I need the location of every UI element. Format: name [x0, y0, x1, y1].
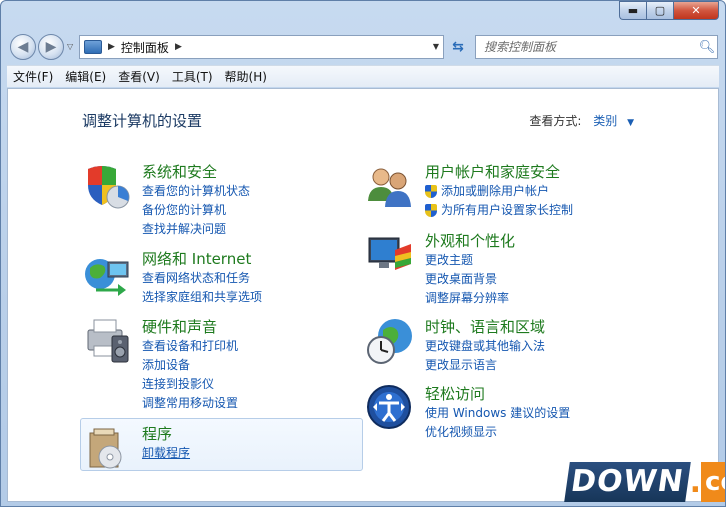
breadcrumb-chevron-icon[interactable]: ▶	[175, 42, 182, 52]
link-change-background[interactable]: 更改桌面背景	[425, 270, 509, 289]
minimize-button[interactable]: ▬	[619, 1, 646, 20]
link-recommended-settings[interactable]: 使用 Windows 建议的设置	[425, 404, 570, 423]
users-icon[interactable]	[365, 161, 415, 211]
link-parental-controls[interactable]: 为所有用户设置家长控制	[425, 201, 573, 220]
ease-of-access-icon[interactable]	[365, 383, 415, 433]
refresh-icon[interactable]: ⇆	[446, 35, 470, 59]
search-box[interactable]: 🔍︎	[475, 35, 718, 59]
chevron-down-icon[interactable]: ▼	[627, 118, 634, 128]
network-globe-icon[interactable]	[82, 248, 132, 298]
programs-box-icon[interactable]	[82, 423, 132, 473]
watermark-suffix: cc	[701, 462, 725, 502]
address-bar[interactable]: ▶ 控制面板 ▶ ▼	[79, 35, 444, 59]
menu-file[interactable]: 文件(F)	[7, 68, 59, 85]
link-add-remove-accounts[interactable]: 添加或删除用户帐户	[425, 182, 573, 201]
view-by-dropdown[interactable]: 类别	[593, 114, 617, 128]
category-title-network[interactable]: 网络和 Internet	[142, 248, 251, 269]
menu-tools[interactable]: 工具(T)	[166, 68, 219, 85]
category-title-system[interactable]: 系统和安全	[142, 161, 217, 182]
printer-sound-icon[interactable]	[82, 316, 132, 366]
breadcrumb-control-panel[interactable]: 控制面板	[121, 39, 169, 56]
link-uninstall-program[interactable]: 卸载程序	[142, 444, 190, 463]
link-connect-projector[interactable]: 连接到投影仪	[142, 375, 238, 394]
category-title-hardware[interactable]: 硬件和声音	[142, 316, 217, 337]
shield-security-icon[interactable]	[82, 161, 132, 211]
menu-edit[interactable]: 编辑(E)	[59, 68, 112, 85]
close-button[interactable]: ✕	[673, 1, 719, 20]
watermark-main: DOWN	[564, 462, 691, 502]
clock-globe-icon[interactable]	[365, 316, 415, 366]
link-backup-computer[interactable]: 备份您的计算机	[142, 201, 250, 220]
back-button[interactable]: ◀	[10, 34, 36, 60]
category-title-ease[interactable]: 轻松访问	[425, 383, 485, 404]
category-title-appearance[interactable]: 外观和个性化	[425, 230, 515, 251]
link-screen-resolution[interactable]: 调整屏幕分辨率	[425, 289, 509, 308]
monitor-palette-icon[interactable]	[365, 230, 415, 280]
search-input[interactable]	[476, 40, 697, 54]
link-change-display-language[interactable]: 更改显示语言	[425, 356, 545, 375]
link-view-computer-status[interactable]: 查看您的计算机状态	[142, 182, 250, 201]
maximize-button[interactable]: ▢	[646, 1, 673, 20]
recent-pages-dropdown[interactable]: ▽	[67, 42, 73, 51]
link-change-theme[interactable]: 更改主题	[425, 251, 509, 270]
category-title-users[interactable]: 用户帐户和家庭安全	[425, 161, 560, 182]
view-by-label: 查看方式:	[529, 114, 582, 128]
link-optimize-display[interactable]: 优化视频显示	[425, 423, 570, 442]
link-view-network-status[interactable]: 查看网络状态和任务	[142, 269, 262, 288]
view-by: 查看方式: 类别 ▼	[529, 112, 634, 129]
watermark-logo: DOWN . cc	[564, 462, 725, 502]
address-dropdown-icon[interactable]: ▼	[433, 42, 439, 51]
link-add-device[interactable]: 添加设备	[142, 356, 238, 375]
link-troubleshoot[interactable]: 查找并解决问题	[142, 220, 250, 239]
watermark-dot: .	[689, 464, 702, 500]
forward-button[interactable]: ▶	[38, 34, 64, 60]
page-title: 调整计算机的设置	[82, 112, 203, 130]
menu-help[interactable]: 帮助(H)	[219, 68, 273, 85]
category-title-clock[interactable]: 时钟、语言和区域	[425, 316, 545, 337]
link-homegroup-sharing[interactable]: 选择家庭组和共享选项	[142, 288, 262, 307]
caption-buttons: ▬ ▢ ✕	[619, 1, 719, 20]
control-panel-window: ▬ ▢ ✕ ◀ ▶ ▽ ▶ 控制面板 ▶ ▼ ⇆ 🔍︎ 文件(F) 编辑(E) …	[0, 0, 726, 507]
content-pane: 调整计算机的设置 查看方式: 类别 ▼ 系统和安全 查看您的计算机状态 备份您的…	[7, 88, 719, 502]
navigation-bar: ◀ ▶ ▽ ▶ 控制面板 ▶ ▼ ⇆ 🔍︎	[1, 29, 725, 61]
breadcrumb-chevron-icon[interactable]: ▶	[108, 42, 115, 52]
menu-view[interactable]: 查看(V)	[112, 68, 166, 85]
search-icon[interactable]: 🔍︎	[697, 40, 717, 55]
link-mobility-settings[interactable]: 调整常用移动设置	[142, 394, 238, 413]
category-title-programs[interactable]: 程序	[142, 423, 172, 444]
control-panel-icon	[84, 40, 102, 54]
link-change-input-method[interactable]: 更改键盘或其他输入法	[425, 337, 545, 356]
menu-bar: 文件(F) 编辑(E) 查看(V) 工具(T) 帮助(H)	[7, 65, 719, 87]
link-devices-printers[interactable]: 查看设备和打印机	[142, 337, 238, 356]
